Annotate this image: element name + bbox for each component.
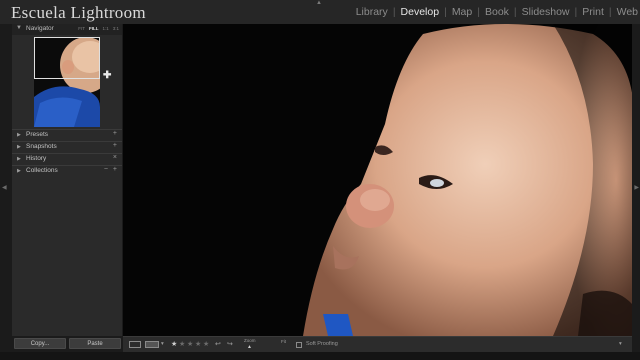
next-photo-icon[interactable]: ↪ [227, 340, 233, 348]
photo-canvas[interactable] [123, 24, 632, 336]
navigator-zoom-options: FIT FILL 1:1 3:1 [74, 26, 119, 31]
module-book[interactable]: Book [485, 6, 509, 18]
snapshots-label: Snapshots [26, 143, 57, 150]
navigator-title: Navigator [26, 25, 54, 32]
module-slideshow[interactable]: Slideshow [522, 6, 570, 18]
collections-label: Collections [26, 167, 58, 174]
module-map[interactable]: Map [452, 6, 472, 18]
add-snapshot-button[interactable]: + [113, 142, 117, 149]
left-panel: ▼ Navigator FIT FILL 1:1 3:1 ✚ ▶ Presets + … [12, 24, 122, 336]
panel-section-history[interactable]: ▶ History × [12, 153, 122, 165]
module-web[interactable]: Web [617, 6, 638, 18]
expand-triangle-icon: ▶ [17, 168, 21, 174]
filmstrip-collapsed [0, 352, 640, 360]
star-icon[interactable]: ★ [203, 340, 209, 348]
module-separator: | [608, 6, 612, 18]
zoom-option-fit[interactable]: FIT [78, 26, 85, 31]
module-separator: | [444, 6, 447, 18]
zoom-option-fill[interactable]: FILL [89, 26, 99, 31]
module-separator: | [574, 6, 578, 18]
loupe-view-icon[interactable] [129, 341, 141, 348]
collapse-triangle-icon: ▼ [16, 25, 22, 31]
zoom-option-1-1[interactable]: 1:1 [102, 26, 108, 31]
expand-triangle-icon: ▶ [17, 132, 21, 138]
module-library[interactable]: Library [356, 6, 388, 18]
module-develop[interactable]: Develop [401, 6, 440, 18]
paste-button[interactable]: Paste [69, 338, 121, 349]
star-icon[interactable]: ★ [171, 340, 177, 348]
expand-triangle-icon: ▶ [17, 144, 21, 150]
add-preset-button[interactable]: + [113, 130, 117, 137]
add-collection-button[interactable]: + [113, 166, 117, 173]
expand-triangle-icon: ▶ [17, 156, 21, 162]
history-label: History [26, 155, 47, 162]
previous-photo-icon[interactable]: ↩ [215, 340, 221, 348]
navigator-view-rectangle[interactable] [34, 37, 100, 79]
module-separator: | [392, 6, 396, 18]
before-after-view-icon[interactable] [145, 341, 159, 348]
remove-collection-button[interactable]: − [104, 166, 108, 173]
star-icon[interactable]: ★ [179, 340, 185, 348]
presets-label: Presets [26, 131, 49, 138]
copy-button[interactable]: Copy... [14, 338, 66, 349]
panel-section-snapshots[interactable]: ▶ Snapshots + [12, 141, 122, 153]
soft-proofing-checkbox[interactable] [296, 342, 302, 348]
identity-plate: Escuela Lightroom [11, 3, 146, 22]
module-separator: | [477, 6, 480, 18]
soft-proofing-label: Soft Proofing [306, 341, 338, 347]
zoom-fit-label: Fit [281, 339, 286, 344]
zoom-option-3-1[interactable]: 3:1 [113, 26, 119, 31]
module-picker: Library | Develop | Map | Book | Slideshow | Print… [356, 6, 638, 18]
panel-section-collections[interactable]: ▶ Collections − + [12, 165, 122, 177]
module-separator: | [513, 6, 517, 18]
module-print[interactable]: Print [582, 6, 604, 18]
navigator-header[interactable]: ▼ Navigator FIT FILL 1:1 3:1 [12, 24, 122, 35]
bottom-toolbar: ▾ ★ ★ ★ ★ ★ ↩ ↪ Zoom ▲ Fit Soft Proofing ▾ [123, 336, 632, 353]
zoom-cursor-icon: ✚ [103, 70, 112, 81]
panel-section-presets[interactable]: ▶ Presets + [12, 129, 122, 141]
left-panel-toggle-icon[interactable]: ◀ [2, 184, 7, 191]
star-icon[interactable]: ★ [187, 340, 193, 348]
zoom-slider-thumb-icon[interactable]: ▲ [247, 344, 252, 350]
zoom-label: Zoom [244, 338, 256, 343]
copy-paste-bar: Copy... Paste [12, 338, 122, 350]
clear-history-button[interactable]: × [113, 154, 117, 161]
before-after-dropdown-icon[interactable]: ▾ [161, 341, 164, 347]
top-panel-toggle-icon[interactable]: ▲ [316, 0, 322, 6]
star-icon[interactable]: ★ [195, 340, 201, 348]
toolbar-options-icon[interactable]: ▾ [619, 341, 622, 347]
right-panel-toggle-icon[interactable]: ▶ [634, 184, 639, 191]
